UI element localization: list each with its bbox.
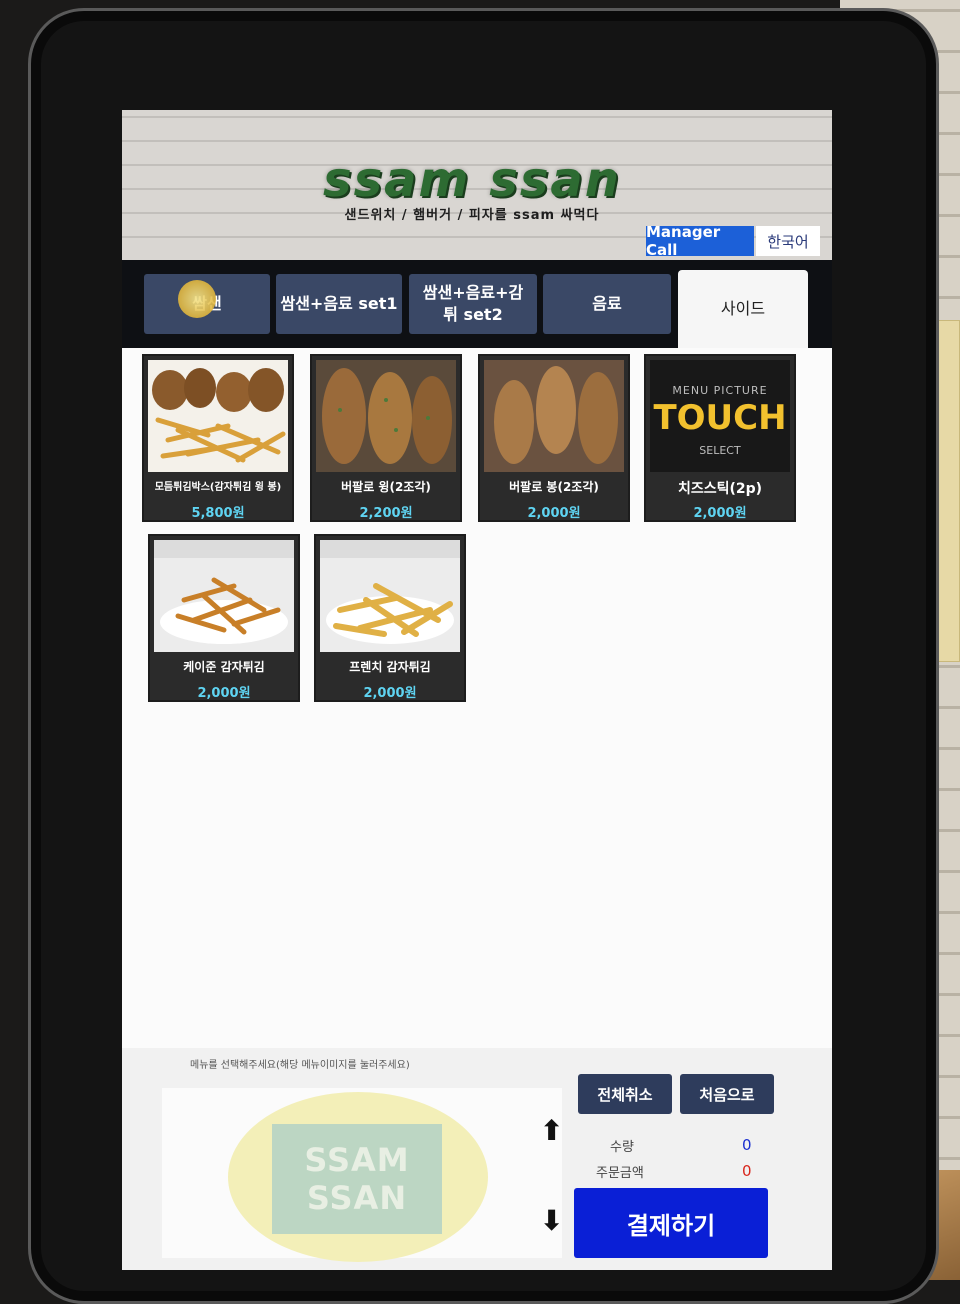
menu-item-photo <box>316 360 456 472</box>
menu-item-price: 2,000원 <box>693 506 747 521</box>
language-button[interactable]: 한국어 <box>756 226 820 256</box>
menu-item-name: 버팔로 윙(2조각) <box>341 480 431 494</box>
quantity-value: 0 <box>742 1136 752 1154</box>
brand-tagline: 샌드위치 / 햄버거 / 피자를 ssam 싸먹다 <box>344 208 600 223</box>
menu-item-placeholder: MENU PICTURE TOUCH SELECT <box>650 360 790 472</box>
tab-label: 쌈샌+음료 set1 <box>280 294 398 313</box>
menu-item-name: 버팔로 봉(2조각) <box>509 480 599 494</box>
menu-item-photo <box>148 360 288 472</box>
watermark-line: SSAM <box>304 1141 410 1179</box>
touch-indicator <box>178 280 216 318</box>
placeholder-subcaption: SELECT <box>699 444 741 457</box>
menu-item-price: 2,000원 <box>363 686 417 701</box>
menu-item-price: 2,000원 <box>527 506 581 521</box>
instruction-text: 메뉴를 선택해주세요(해당 메뉴이미지를 눌러주세요) <box>190 1060 410 1071</box>
scroll-up-arrow-icon[interactable]: ⬆ <box>540 1114 563 1147</box>
menu-item-card[interactable]: 버팔로 봉(2조각) 2,000원 <box>478 354 630 522</box>
menu-item-photo <box>484 360 624 472</box>
cart-list[interactable]: SSAM SSAN <box>162 1088 562 1262</box>
quantity-label: 수량 <box>610 1140 634 1155</box>
cancel-all-button[interactable]: 전체취소 <box>578 1074 672 1114</box>
tab-label: 음료 <box>592 294 622 313</box>
manager-call-button[interactable]: Manager Call <box>646 223 754 259</box>
menu-item-price: 2,200원 <box>359 506 413 521</box>
menu-item-card[interactable]: 모듬튀김박스(감자튀김 윙 봉) 5,800원 <box>142 354 294 522</box>
placeholder-title: TOUCH <box>653 398 787 438</box>
menu-item-name: 프렌치 감자튀김 <box>349 660 431 674</box>
go-home-button[interactable]: 처음으로 <box>680 1074 774 1114</box>
menu-item-name: 모듬튀김박스(감자튀김 윙 봉) <box>154 482 282 493</box>
tab-label: 쌈샌+음료+감튀 set2 <box>422 283 524 324</box>
menu-grid: 모듬튀김박스(감자튀김 윙 봉) 5,800원 버팔로 윙(2조각) 2,200… <box>122 348 832 1048</box>
order-amount-value: 0 <box>742 1162 752 1180</box>
menu-item-card[interactable]: 프렌치 감자튀김 2,000원 <box>314 534 466 702</box>
menu-item-price: 5,800원 <box>191 506 245 521</box>
logo-watermark: SSAM SSAN <box>272 1124 442 1234</box>
order-amount-label: 주문금액 <box>596 1166 644 1181</box>
menu-item-card[interactable]: MENU PICTURE TOUCH SELECT 치즈스틱(2p) 2,000… <box>644 354 796 522</box>
menu-item-card[interactable]: 케이준 감자튀김 2,000원 <box>148 534 300 702</box>
tab-set1[interactable]: 쌈샌+음료 set1 <box>276 274 402 334</box>
menu-item-card[interactable]: 버팔로 윙(2조각) 2,200원 <box>310 354 462 522</box>
tab-side[interactable]: 사이드 <box>678 270 808 348</box>
category-tabs: 쌈샌 쌈샌+음료 set1 쌈샌+음료+감튀 set2 음료 사이드 <box>122 260 832 348</box>
menu-item-name: 치즈스틱(2p) <box>677 481 763 497</box>
brand-logo: ssam ssan <box>323 152 621 208</box>
watermark-line: SSAN <box>306 1179 408 1217</box>
scroll-down-arrow-icon[interactable]: ⬇ <box>540 1204 563 1237</box>
menu-item-photo <box>320 540 460 652</box>
header-banner: ssam ssan 샌드위치 / 햄버거 / 피자를 ssam 싸먹다 Mana… <box>122 110 832 260</box>
menu-item-photo <box>154 540 294 652</box>
kiosk-screen: ssam ssan 샌드위치 / 햄버거 / 피자를 ssam 싸먹다 Mana… <box>122 110 832 1270</box>
tab-set2[interactable]: 쌈샌+음료+감튀 set2 <box>409 274 537 334</box>
order-panel: 메뉴를 선택해주세요(해당 메뉴이미지를 눌러주세요) SSAM SSAN ⬆ … <box>122 1048 832 1270</box>
menu-item-price: 2,000원 <box>197 686 251 701</box>
tab-drinks[interactable]: 음료 <box>543 274 671 334</box>
placeholder-caption: MENU PICTURE <box>672 384 768 397</box>
pay-button[interactable]: 결제하기 <box>574 1188 768 1258</box>
menu-item-name: 케이준 감자튀김 <box>183 660 265 674</box>
tab-label: 사이드 <box>720 299 766 318</box>
